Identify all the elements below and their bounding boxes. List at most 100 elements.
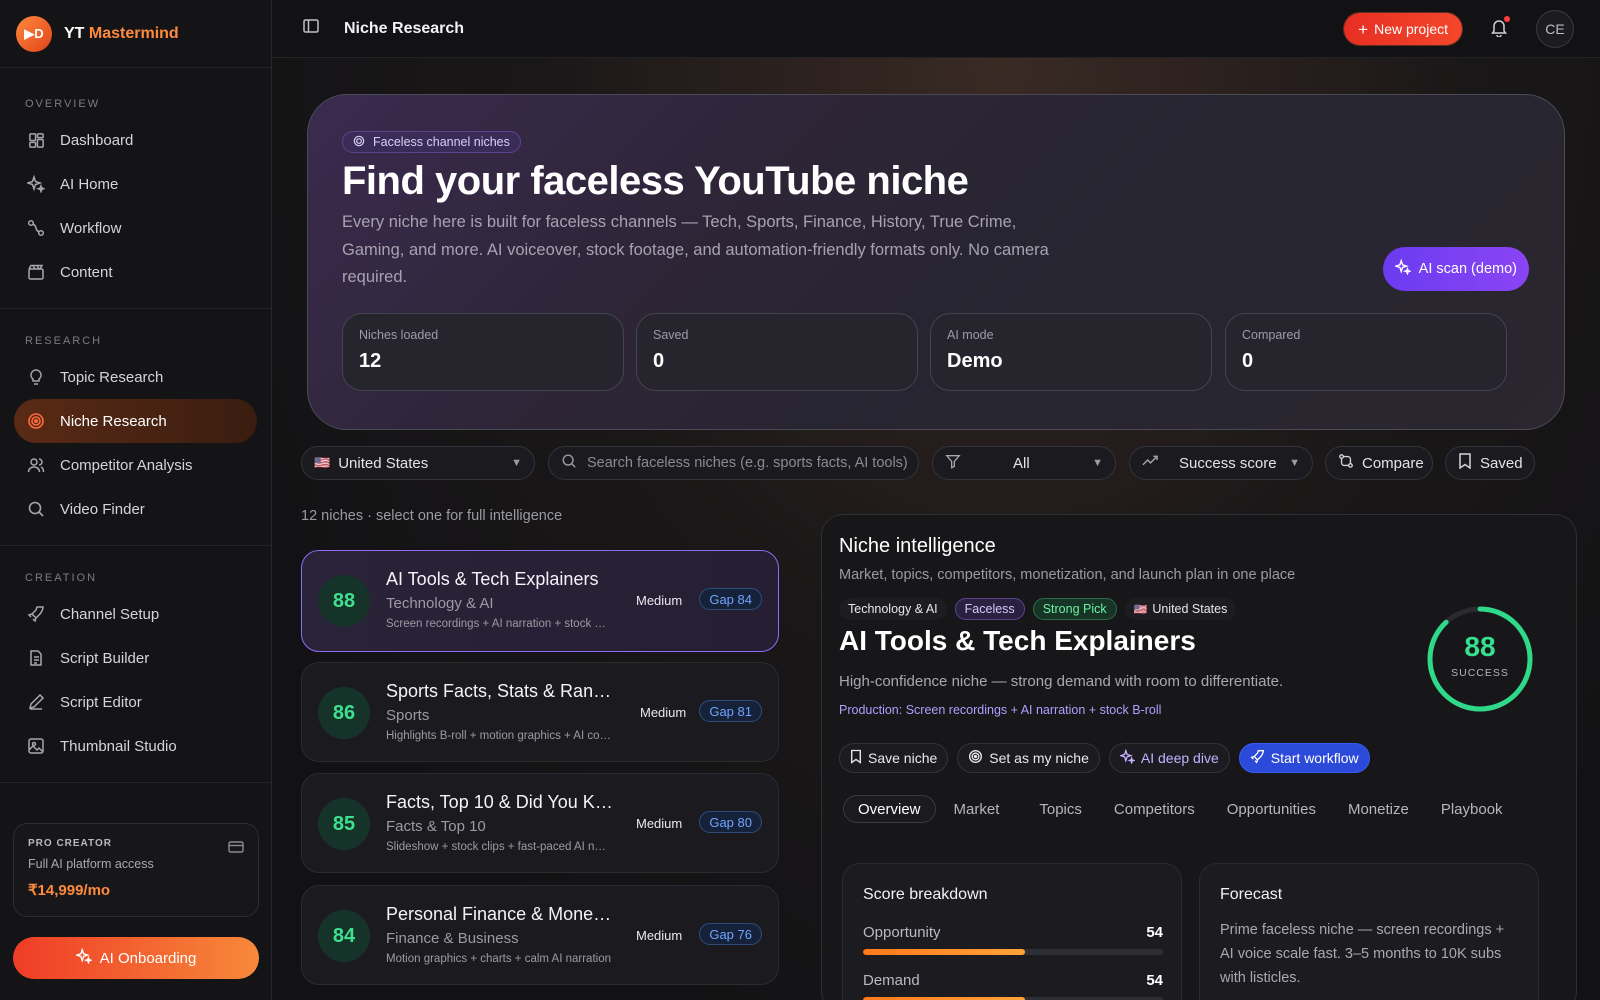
brand[interactable]: ▶D YT Mastermind	[0, 0, 271, 68]
metric-bar-fill	[863, 949, 1025, 955]
dashboard-icon	[26, 130, 46, 150]
niche-card[interactable]: 86 Sports Facts, Stats & Rankings Sports…	[301, 662, 779, 762]
niche-score: 84	[318, 910, 370, 962]
forecast-text: Prime faceless niche — screen recordings…	[1220, 922, 1505, 986]
niche-category: Facts & Top 10	[386, 818, 486, 835]
metric-label: Demand	[863, 972, 920, 989]
niche-actions: Save niche Set as my niche AI deep dive …	[839, 743, 1370, 773]
niche-category: Sports	[386, 707, 430, 724]
trending-up-icon	[1142, 453, 1159, 473]
sidebar-item-niche-research[interactable]: Niche Research	[14, 399, 257, 443]
save-niche-button[interactable]: Save niche	[839, 743, 949, 773]
search-input[interactable]: Search faceless niches (e.g. sports fact…	[548, 446, 919, 480]
tag-country-label: United States	[1152, 602, 1228, 616]
sidebar-item-script-builder[interactable]: Script Builder	[14, 636, 257, 680]
sidebar-item-dashboard[interactable]: Dashboard	[14, 118, 257, 162]
forecast-card: Forecast Prime faceless niche — screen r…	[1199, 863, 1539, 1000]
metric-value: 54	[1146, 972, 1163, 989]
niche-production: Slideshow + stock clips + fast-paced AI …	[386, 841, 611, 853]
pro-plan-card[interactable]: PRO CREATOR Full AI platform access ₹14,…	[13, 823, 259, 917]
sidebar-item-label: Video Finder	[60, 500, 145, 518]
sidebar-item-topic-research[interactable]: Topic Research	[14, 355, 257, 399]
ai-scan-button[interactable]: AI scan (demo)	[1382, 247, 1529, 291]
sidebar-item-video-finder[interactable]: Video Finder	[14, 487, 257, 531]
us-flag-icon: 🇺🇸	[1133, 603, 1148, 616]
pro-plan-label: PRO CREATOR	[28, 838, 112, 849]
chevron-down-icon: ▼	[1092, 457, 1103, 469]
tag-category: Technology & AI	[839, 598, 947, 620]
sort-select[interactable]: Success score ▼	[1129, 446, 1313, 480]
saved-label: Saved	[1480, 454, 1523, 472]
sidebar-item-label: Script Builder	[60, 649, 150, 667]
niche-title: Sports Facts, Stats & Rankings	[386, 681, 616, 701]
niche-production: Highlights B-roll + motion graphics + AI…	[386, 730, 611, 742]
target-icon	[26, 411, 46, 431]
set-as-my-niche-button[interactable]: Set as my niche	[957, 743, 1100, 773]
bell-icon[interactable]	[1490, 16, 1510, 42]
pen-icon	[26, 692, 46, 712]
country-select[interactable]: 🇺🇸 United States ▼	[301, 446, 535, 480]
ai-deep-dive-button[interactable]: AI deep dive	[1108, 743, 1230, 773]
compare-button[interactable]: Compare	[1325, 446, 1433, 480]
sidebar-item-label: Dashboard	[60, 131, 134, 149]
tab-competitors[interactable]: Competitors	[1100, 795, 1209, 823]
tag-strong-pick: Strong Pick	[1032, 598, 1117, 620]
ai-onboarding-button[interactable]: AI Onboarding	[13, 937, 259, 979]
pro-plan-price: ₹14,999/mo	[28, 882, 111, 899]
sidebar-item-label: Script Editor	[60, 693, 142, 711]
tab-opportunities[interactable]: Opportunities	[1213, 795, 1330, 823]
niche-category: Technology & AI	[386, 595, 494, 612]
sidebar-item-content[interactable]: Content	[14, 250, 257, 294]
lightbulb-icon	[26, 367, 46, 387]
niche-title: AI Tools & Tech Explainers	[386, 569, 599, 589]
sidebar-item-channel-setup[interactable]: Channel Setup	[14, 592, 257, 636]
compare-label: Compare	[1362, 454, 1424, 472]
start-workflow-button[interactable]: Start workflow	[1238, 743, 1370, 773]
sidebar-item-competitor-analysis[interactable]: Competitor Analysis	[14, 443, 257, 487]
sidebar-toggle-icon[interactable]	[302, 17, 320, 40]
niche-score: 85	[318, 798, 370, 850]
credit-card-icon	[228, 840, 244, 859]
avatar[interactable]: CE	[1536, 10, 1574, 48]
country-select-value: United States	[338, 454, 429, 472]
hero-chip-label: Faceless channel niches	[373, 135, 510, 149]
niche-gap-badge: Gap 81	[699, 700, 762, 722]
sidebar-item-thumbnail-studio[interactable]: Thumbnail Studio	[14, 724, 257, 768]
new-project-label: New project	[1374, 21, 1448, 37]
search-icon	[561, 453, 577, 473]
niche-tags: Technology & AI Faceless Strong Pick 🇺🇸 U…	[839, 598, 1237, 620]
niche-competition: Medium	[636, 593, 683, 608]
stat-label: Compared	[1242, 328, 1301, 342]
notification-dot	[1504, 16, 1510, 22]
category-select-value: All	[1013, 454, 1030, 472]
stat-saved: Saved 0	[636, 313, 918, 391]
niche-detail-title: AI Tools & Tech Explainers	[839, 625, 1196, 656]
tab-monetize[interactable]: Monetize	[1334, 795, 1423, 823]
category-select[interactable]: All ▼	[932, 446, 1116, 480]
sidebar-item-ai-home[interactable]: AI Home	[14, 162, 257, 206]
nav-section-creation: CREATION	[25, 572, 98, 584]
tab-market[interactable]: Market	[940, 795, 1014, 823]
tab-overview[interactable]: Overview	[843, 795, 936, 823]
sidebar-item-script-editor[interactable]: Script Editor	[14, 680, 257, 724]
brand-logo-icon: ▶D	[16, 15, 52, 52]
niche-gap-badge: Gap 80	[699, 811, 762, 833]
niche-card[interactable]: 85 Facts, Top 10 & Did You Know Facts & …	[301, 773, 779, 873]
sidebar-item-workflow[interactable]: Workflow	[14, 206, 257, 250]
niche-card[interactable]: 88 AI Tools & Tech Explainers Technology…	[301, 550, 779, 652]
stat-label: AI mode	[947, 328, 994, 342]
ai-onboarding-label: AI Onboarding	[99, 949, 197, 967]
tab-playbook[interactable]: Playbook	[1427, 795, 1517, 823]
sidebar: ▶D YT Mastermind OVERVIEW Dashboard AI H…	[0, 0, 272, 1000]
niche-card[interactable]: 84 Personal Finance & Money Tips Finance…	[301, 885, 779, 985]
target-icon	[353, 135, 365, 150]
nav-section-overview: OVERVIEW	[25, 98, 101, 110]
niche-gap-badge: Gap 76	[699, 923, 762, 945]
tab-topics[interactable]: Topics	[1025, 795, 1096, 823]
saved-button[interactable]: Saved	[1445, 446, 1535, 480]
workflow-icon	[26, 218, 46, 238]
bookmark-icon	[850, 749, 862, 767]
success-score-value: 88	[1464, 631, 1496, 662]
new-project-button[interactable]: + New project	[1344, 13, 1462, 45]
success-score-gauge: 88 SUCCESS	[1426, 605, 1534, 713]
